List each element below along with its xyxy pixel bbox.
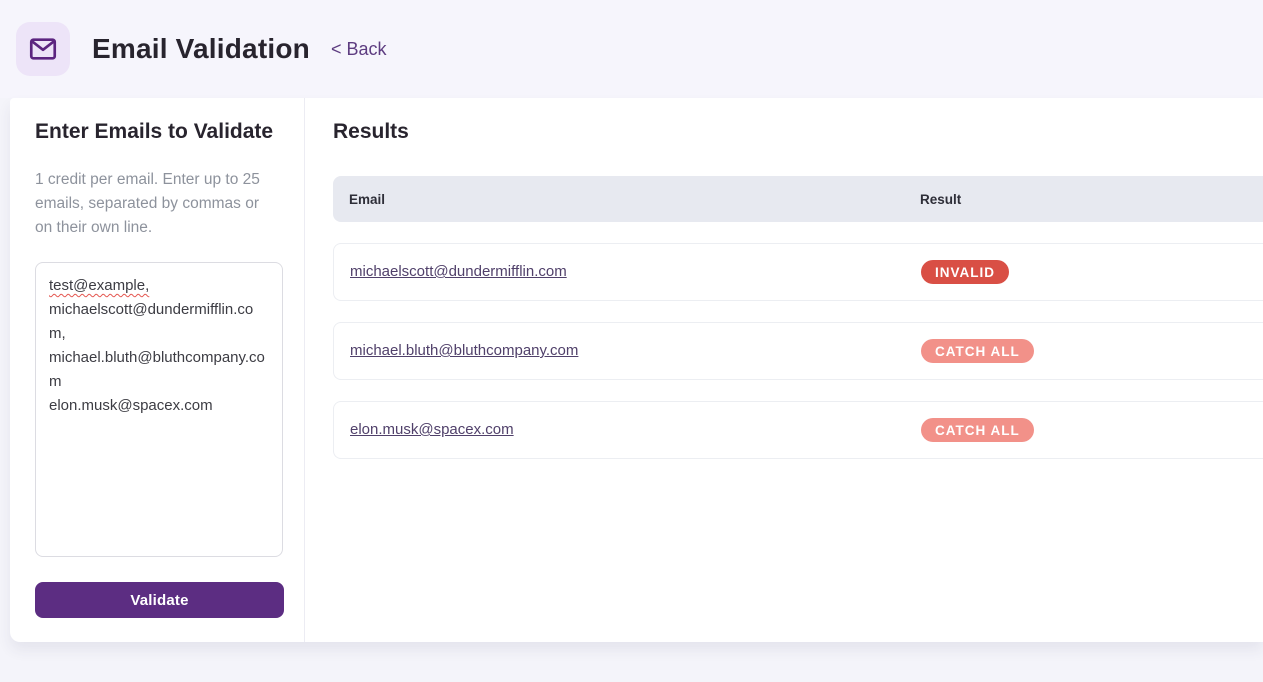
email-link[interactable]: michael.bluth@bluthcompany.com	[350, 342, 578, 359]
results-rows: michaelscott@dundermifflin.comINVALIDmic…	[333, 243, 1263, 459]
validate-button[interactable]: Validate	[35, 582, 284, 618]
email-cell: michaelscott@dundermifflin.com	[350, 263, 921, 281]
results-table-header: Email Result	[333, 176, 1263, 222]
result-row: michael.bluth@bluthcompany.com CATCH ALL	[333, 322, 1263, 380]
results-heading: Results	[333, 120, 1263, 144]
status-badge: INVALID	[921, 260, 1009, 284]
mail-icon	[16, 22, 70, 76]
validate-panel: Enter Emails to Validate 1 credit per em…	[10, 98, 305, 642]
app-header: Email Validation < Back	[0, 0, 1263, 98]
status-badge: CATCH ALL	[921, 418, 1034, 442]
emails-input[interactable]: test@example, michaelscott@dundermifflin…	[35, 262, 283, 557]
input-line: michael.bluth@bluthcompany.com	[49, 349, 265, 390]
email-link[interactable]: elon.musk@spacex.com	[350, 421, 514, 438]
result-row: michaelscott@dundermifflin.com INVALID	[333, 243, 1263, 301]
input-line: test@example,	[49, 277, 149, 294]
input-line: michaelscott@dundermifflin.com,	[49, 301, 253, 342]
panel-heading: Enter Emails to Validate	[35, 120, 284, 144]
page-title: Email Validation	[92, 33, 310, 65]
content-card: Enter Emails to Validate 1 credit per em…	[10, 98, 1263, 642]
email-cell: elon.musk@spacex.com	[350, 421, 921, 439]
back-link[interactable]: < Back	[331, 39, 387, 60]
email-cell: michael.bluth@bluthcompany.com	[350, 342, 921, 360]
email-link[interactable]: michaelscott@dundermifflin.com	[350, 263, 567, 280]
result-row: elon.musk@spacex.com CATCH ALL	[333, 401, 1263, 459]
instructions-text: 1 credit per email. Enter up to 25 email…	[35, 168, 271, 240]
results-panel: Results Email Result michaelscott@dunder…	[305, 98, 1263, 642]
column-header-result: Result	[920, 192, 961, 207]
input-line: elon.musk@spacex.com	[49, 397, 213, 414]
status-badge: CATCH ALL	[921, 339, 1034, 363]
column-header-email: Email	[349, 192, 920, 207]
